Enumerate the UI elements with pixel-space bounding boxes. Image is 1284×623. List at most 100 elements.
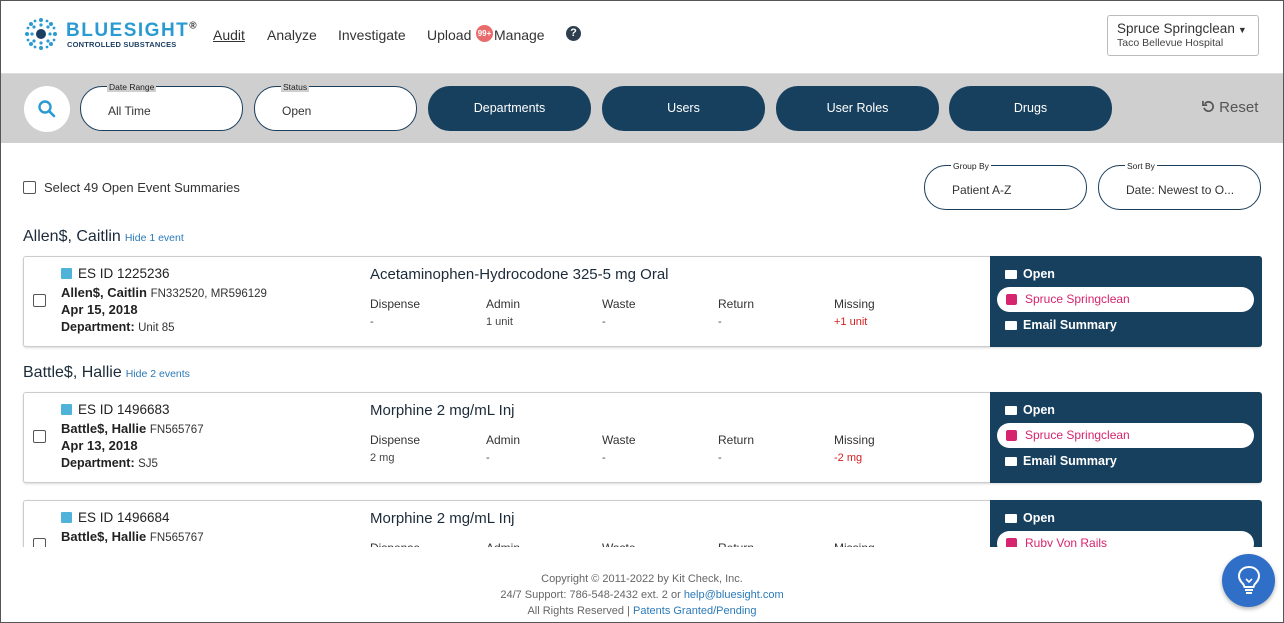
- nav-upload[interactable]: Upload: [427, 27, 471, 43]
- user-icon: [1006, 294, 1017, 305]
- reset-button[interactable]: Reset: [1202, 99, 1258, 116]
- event-card: ES ID 1496683 Battle$, Hallie FN565767 A…: [23, 392, 1262, 483]
- waste-header: Waste: [602, 297, 636, 311]
- user-switcher[interactable]: Spruce Springclean ▼ Taco Bellevue Hospit…: [1107, 15, 1259, 56]
- email-summary-button[interactable]: Email Summary: [1005, 454, 1117, 468]
- patient-name: Allen$, Caitlin FN332520, MR596129: [61, 285, 267, 300]
- folder-icon: [1005, 270, 1017, 279]
- event-checkbox[interactable]: [33, 430, 46, 443]
- folder-icon: [1005, 514, 1017, 523]
- patient-ids: FN565767: [149, 532, 204, 544]
- lightbulb-icon: [1237, 565, 1261, 594]
- bluesight-logo-icon: [25, 18, 57, 50]
- ideas-button[interactable]: [1222, 554, 1275, 607]
- brand-name: BLUESIGHT®: [66, 20, 197, 41]
- reset-icon: [1202, 100, 1214, 112]
- group-by-value: Patient A-Z: [952, 183, 1012, 197]
- dispense-value: -: [370, 316, 374, 328]
- users-filter-button[interactable]: Users: [602, 86, 765, 131]
- assignee-select[interactable]: Spruce Springclean: [997, 287, 1254, 312]
- admin-header: Admin: [486, 433, 521, 447]
- event-card: ES ID 1225236 Allen$, Caitlin FN332520, …: [23, 256, 1262, 347]
- envelope-icon: [1005, 457, 1017, 466]
- patient-name: Battle$, Hallie FN565767: [61, 421, 204, 436]
- event-actions-panel: Open Spruce Springclean Email Summary: [990, 256, 1262, 347]
- user-name: Spruce Springclean: [1117, 21, 1235, 36]
- rights-text: All Rights Reserved | Patents Granted/Pe…: [527, 605, 757, 617]
- user-roles-filter-button[interactable]: User Roles: [776, 86, 939, 131]
- event-date: Apr 13, 2018: [61, 438, 138, 453]
- group-by-select[interactable]: Group By Patient A-Z: [924, 161, 1087, 210]
- nav-audit[interactable]: Audit: [213, 27, 245, 43]
- event-actions-panel: Open Spruce Springclean Email Summary: [990, 392, 1262, 483]
- search-button[interactable]: [24, 86, 70, 132]
- select-all-row[interactable]: Select 49 Open Event Summaries: [23, 180, 240, 195]
- dispense-value: 2 mg: [370, 452, 395, 464]
- status-value: Open: [282, 104, 312, 118]
- help-icon[interactable]: ?: [566, 26, 581, 41]
- nav-manage[interactable]: Manage: [494, 27, 545, 43]
- admin-value: -: [486, 452, 490, 464]
- dispense-header: Dispense: [370, 433, 421, 447]
- sort-by-select[interactable]: Sort By Date: Newest to O...: [1098, 161, 1261, 210]
- return-value: -: [718, 452, 722, 464]
- event-checkbox[interactable]: [33, 538, 46, 547]
- event-id[interactable]: ES ID 1225236: [61, 266, 170, 281]
- date-range-label: Date Range: [107, 82, 157, 92]
- patient-group-header: Battle$, Hallie Hide 2 events: [23, 364, 190, 382]
- missing-header: Missing: [834, 297, 875, 311]
- user-icon: [1006, 430, 1017, 441]
- group-by-label: Group By: [951, 161, 991, 171]
- date-range-filter[interactable]: Date Range All Time: [80, 82, 243, 131]
- search-icon: [38, 100, 56, 118]
- reset-label: Reset: [1219, 99, 1259, 116]
- drug-name: Morphine 2 mg/mL Inj: [370, 510, 515, 527]
- event-id[interactable]: ES ID 1496683: [61, 402, 170, 417]
- nav-analyze[interactable]: Analyze: [267, 27, 317, 43]
- drug-name: Acetaminophen-Hydrocodone 325-5 mg Oral: [370, 266, 669, 283]
- support-email-link[interactable]: help@bluesight.com: [684, 589, 784, 601]
- patient-group-header: Allen$, Caitlin Hide 1 event: [23, 228, 184, 246]
- missing-header: Missing: [834, 433, 875, 447]
- hide-events-link[interactable]: Hide 1 event: [125, 232, 184, 244]
- bluesight-logo[interactable]: BLUESIGHT® CONTROLLED SUBSTANCES: [22, 15, 202, 55]
- footer: Copyright © 2011-2022 by Kit Check, Inc.…: [0, 547, 1284, 623]
- sort-by-label: Sort By: [1125, 161, 1157, 171]
- open-button[interactable]: Open: [1005, 267, 1055, 281]
- event-department: Department: Unit 85: [61, 320, 175, 334]
- status-label: Status: [281, 82, 310, 92]
- event-date: Apr 15, 2018: [61, 302, 138, 317]
- waste-value: -: [602, 316, 606, 328]
- assignee-select[interactable]: Spruce Springclean: [997, 423, 1254, 448]
- drugs-filter-button[interactable]: Drugs: [949, 86, 1112, 131]
- open-button[interactable]: Open: [1005, 511, 1055, 525]
- note-icon: [61, 268, 72, 279]
- date-range-value: All Time: [108, 104, 151, 118]
- event-card: ES ID 1496684 Battle$, Hallie FN565767 M…: [23, 500, 1262, 547]
- assignee-select[interactable]: Ruby Von Rails: [997, 531, 1254, 547]
- departments-filter-button[interactable]: Departments: [428, 86, 591, 131]
- missing-value: -2 mg: [834, 452, 863, 464]
- sort-by-value: Date: Newest to O...: [1126, 183, 1235, 197]
- email-summary-button[interactable]: Email Summary: [1005, 318, 1117, 332]
- waste-header: Waste: [602, 433, 636, 447]
- user-icon: [1006, 538, 1017, 547]
- event-id[interactable]: ES ID 1496684: [61, 510, 170, 525]
- caret-down-icon: ▼: [1237, 25, 1247, 35]
- top-header: BLUESIGHT® CONTROLLED SUBSTANCES Audit A…: [0, 0, 1284, 74]
- missing-value: +1 unit: [834, 316, 868, 328]
- brand-subtitle: CONTROLLED SUBSTANCES: [67, 40, 177, 49]
- copyright-text: Copyright © 2011-2022 by Kit Check, Inc.: [541, 573, 743, 585]
- envelope-icon: [1005, 321, 1017, 330]
- status-filter[interactable]: Status Open: [254, 82, 417, 131]
- event-department: Department: SJ5: [61, 456, 158, 470]
- select-all-checkbox[interactable]: [23, 181, 36, 195]
- nav-investigate[interactable]: Investigate: [338, 27, 406, 43]
- event-checkbox[interactable]: [33, 294, 46, 307]
- patents-link[interactable]: Patents Granted/Pending: [633, 605, 757, 617]
- open-button[interactable]: Open: [1005, 403, 1055, 417]
- support-text: 24/7 Support: 786-548-2432 ext. 2 or hel…: [500, 589, 784, 601]
- hide-events-link[interactable]: Hide 2 events: [126, 368, 190, 380]
- patient-ids: FN332520, MR596129: [150, 288, 267, 300]
- admin-header: Admin: [486, 297, 521, 311]
